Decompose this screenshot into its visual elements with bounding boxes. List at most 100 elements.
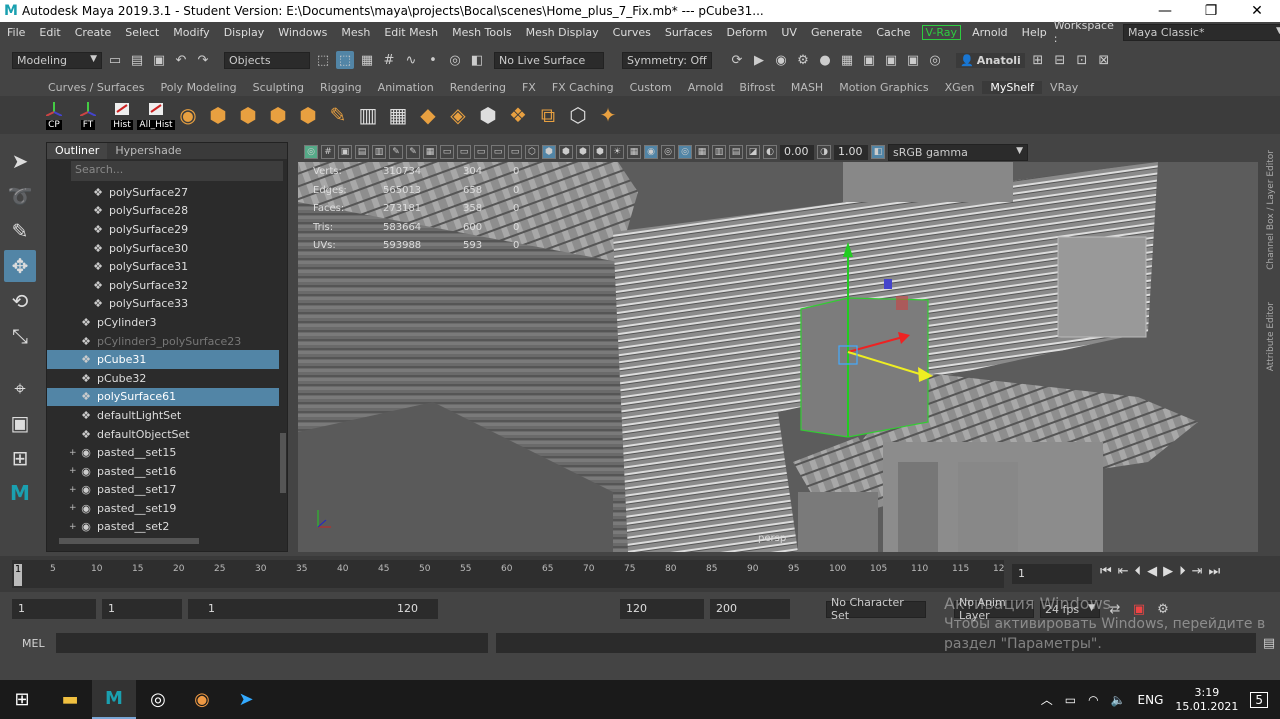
telegram-icon[interactable]: ➤ bbox=[224, 680, 268, 719]
paint-select-tool-icon[interactable]: ✎ bbox=[4, 215, 36, 247]
snap-curve-icon[interactable]: ∿ bbox=[402, 51, 420, 69]
outliner-row[interactable]: ❖ defaultObjectSet bbox=[47, 425, 279, 444]
shelf-tab-curves-surfaces[interactable]: Curves / Surfaces bbox=[40, 81, 153, 94]
render-frame-icon[interactable]: ▶ bbox=[750, 51, 768, 69]
hypershade-icon[interactable]: ● bbox=[816, 51, 834, 69]
animation-end-field[interactable]: 200 bbox=[710, 599, 790, 619]
shelf-tab-rendering[interactable]: Rendering bbox=[442, 81, 514, 94]
rotate-tool-icon[interactable]: ⟲ bbox=[4, 285, 36, 317]
arnold-render-icon[interactable]: ◎ bbox=[926, 51, 944, 69]
shelf-tab-arnold[interactable]: Arnold bbox=[680, 81, 732, 94]
range-slider[interactable]: 1 120 bbox=[188, 599, 438, 619]
shadows-icon[interactable]: ▦ bbox=[627, 145, 641, 159]
outliner-row[interactable]: ❖ polySurface31 bbox=[47, 257, 279, 276]
insert-edge-loop-icon[interactable]: ▥ bbox=[356, 103, 380, 127]
textured-icon[interactable]: ⬢ bbox=[593, 145, 607, 159]
shelf-tab-vray[interactable]: VRay bbox=[1042, 81, 1086, 94]
shelf-button-hist[interactable]: Hist bbox=[108, 100, 136, 130]
go-to-start-icon[interactable]: ⏮ bbox=[1100, 564, 1112, 579]
multisample-icon[interactable]: ▤ bbox=[729, 145, 743, 159]
selection-mode-dropdown[interactable]: Objects bbox=[224, 51, 310, 69]
channel-box-toggle-icon[interactable]: ⊞ bbox=[1029, 51, 1047, 69]
wireframe-on-shaded-icon[interactable]: ⬢ bbox=[576, 145, 590, 159]
tab-outliner[interactable]: Outliner bbox=[47, 143, 108, 159]
menu-modify[interactable]: Modify bbox=[166, 26, 216, 39]
expand-icon[interactable]: + bbox=[69, 466, 79, 476]
modeling-toolkit-toggle-icon[interactable]: ⊠ bbox=[1095, 51, 1113, 69]
camera-attributes-icon[interactable]: ◎ bbox=[304, 145, 318, 159]
image-plane-icon[interactable]: ▥ bbox=[372, 145, 386, 159]
shelf-button-ft[interactable]: FT bbox=[74, 100, 102, 130]
attribute-editor-toggle-icon[interactable]: ⊟ bbox=[1051, 51, 1069, 69]
menu-curves[interactable]: Curves bbox=[606, 26, 658, 39]
outliner-row[interactable]: ❖ polySurface33 bbox=[47, 295, 279, 314]
offset-edge-loop-icon[interactable]: ▦ bbox=[386, 103, 410, 127]
film-gate-icon[interactable]: ▭ bbox=[440, 145, 454, 159]
show-manipulator-icon[interactable]: ⌖ bbox=[4, 372, 36, 404]
outliner-row[interactable]: ❖ pCylinder3_polySurface23 bbox=[47, 332, 279, 351]
menu-select[interactable]: Select bbox=[118, 26, 166, 39]
lasso-tool-icon[interactable]: ➰ bbox=[4, 180, 36, 212]
workspace-dropdown[interactable]: Maya Classic* ▼ bbox=[1122, 23, 1280, 41]
outliner-row[interactable]: + ◉ pasted__set15 bbox=[47, 443, 279, 462]
motion-blur-icon[interactable]: ▥ bbox=[712, 145, 726, 159]
field-chart-icon[interactable]: ▭ bbox=[491, 145, 505, 159]
tab-hypershade[interactable]: Hypershade bbox=[107, 143, 189, 159]
expand-icon[interactable]: + bbox=[69, 448, 79, 458]
time-slider-track[interactable]: 1 5 10 15 20 25 30 35 40 45 50 55 60 65 70 75 80 85 90 95 1… bbox=[12, 560, 1004, 588]
windows-start-icon[interactable]: ⊞ bbox=[0, 680, 44, 719]
render-view-icon[interactable]: ▦ bbox=[838, 51, 856, 69]
menu-display[interactable]: Display bbox=[217, 26, 272, 39]
single-perspective-layout-icon[interactable]: ▣ bbox=[4, 407, 36, 439]
viewport-panel[interactable]: ◎ # ▣ ▤ ▥ ✎ ✎ ▦ ▭ ▭ ▭ ▭ ▭ ⬡ ⬢ ⬢ ⬢ ⬢ ☀ ▦ … bbox=[298, 142, 1258, 552]
notification-icon[interactable]: 5 bbox=[1250, 691, 1268, 708]
channel-box-tab[interactable]: Channel Box / Layer Editor bbox=[1266, 150, 1276, 270]
step-back-frame-icon[interactable]: ⏴ bbox=[1135, 564, 1142, 579]
exposure-field[interactable]: 0.00 bbox=[780, 144, 814, 160]
select-component-icon[interactable]: ▦ bbox=[358, 51, 376, 69]
xray-joints-icon[interactable]: ◎ bbox=[678, 145, 692, 159]
playback-end-field[interactable]: 120 bbox=[620, 599, 704, 619]
shelf-tab-mash[interactable]: MASH bbox=[783, 81, 831, 94]
attribute-editor-tab[interactable]: Attribute Editor bbox=[1266, 302, 1276, 371]
menu-mesh-tools[interactable]: Mesh Tools bbox=[445, 26, 519, 39]
menu-edit-mesh[interactable]: Edit Mesh bbox=[377, 26, 445, 39]
redo-icon[interactable]: ↷ bbox=[194, 51, 212, 69]
menu-mesh[interactable]: Mesh bbox=[334, 26, 377, 39]
outliner-row[interactable]: ❖ defaultLightSet bbox=[47, 406, 279, 425]
tool-settings-toggle-icon[interactable]: ⊡ bbox=[1073, 51, 1091, 69]
scale-tool-icon[interactable]: ⤡ bbox=[4, 320, 36, 352]
resolution-gate-icon[interactable]: ▭ bbox=[457, 145, 471, 159]
current-frame-field[interactable]: 1 bbox=[1012, 564, 1092, 584]
outliner-row[interactable]: + ◉ pasted__set16 bbox=[47, 462, 279, 481]
outliner-vertical-scrollbar[interactable] bbox=[279, 183, 287, 533]
safe-action-icon[interactable]: ▭ bbox=[508, 145, 522, 159]
step-back-key-icon[interactable]: ⇤ bbox=[1118, 564, 1129, 579]
wireframe-icon[interactable]: ⬡ bbox=[525, 145, 539, 159]
shelf-tab-motion-graphics[interactable]: Motion Graphics bbox=[831, 81, 936, 94]
snap-together-icon[interactable]: ✦ bbox=[596, 103, 620, 127]
bridge-icon[interactable]: ⬢ bbox=[296, 103, 320, 127]
menu-arnold[interactable]: Arnold bbox=[965, 26, 1015, 39]
isolate-select-icon[interactable]: ◉ bbox=[644, 145, 658, 159]
select-object-icon[interactable]: ⬚ bbox=[336, 51, 354, 69]
menu-create[interactable]: Create bbox=[68, 26, 119, 39]
menu-uv[interactable]: UV bbox=[774, 26, 804, 39]
outliner-row[interactable]: ❖ polySurface32 bbox=[47, 276, 279, 295]
step-forward-key-icon[interactable]: ⇥ bbox=[1192, 564, 1203, 579]
exposure-icon[interactable]: ◐ bbox=[763, 145, 777, 159]
scrollbar-thumb[interactable] bbox=[280, 433, 286, 493]
expand-icon[interactable]: + bbox=[69, 485, 79, 495]
play-forwards-icon[interactable]: ▶ bbox=[1163, 564, 1173, 579]
scrollbar-thumb[interactable] bbox=[59, 538, 199, 544]
grid-toggle-icon[interactable]: ▦ bbox=[423, 145, 437, 159]
menu-windows[interactable]: Windows bbox=[271, 26, 334, 39]
outliner-row[interactable]: ❖ pCylinder3 bbox=[47, 313, 279, 332]
menu-help[interactable]: Help bbox=[1015, 26, 1054, 39]
shelf-tab-fx[interactable]: FX bbox=[514, 81, 544, 94]
grease-pencil-icon[interactable]: ✎ bbox=[406, 145, 420, 159]
time-slider[interactable]: 1 5 10 15 20 25 30 35 40 45 50 55 60 65 70 75 80 85 90 95 1… bbox=[0, 556, 1280, 592]
render-settings-icon[interactable]: ⚙ bbox=[794, 51, 812, 69]
menu-deform[interactable]: Deform bbox=[719, 26, 774, 39]
outliner-row[interactable]: ❖ polySurface30 bbox=[47, 239, 279, 258]
